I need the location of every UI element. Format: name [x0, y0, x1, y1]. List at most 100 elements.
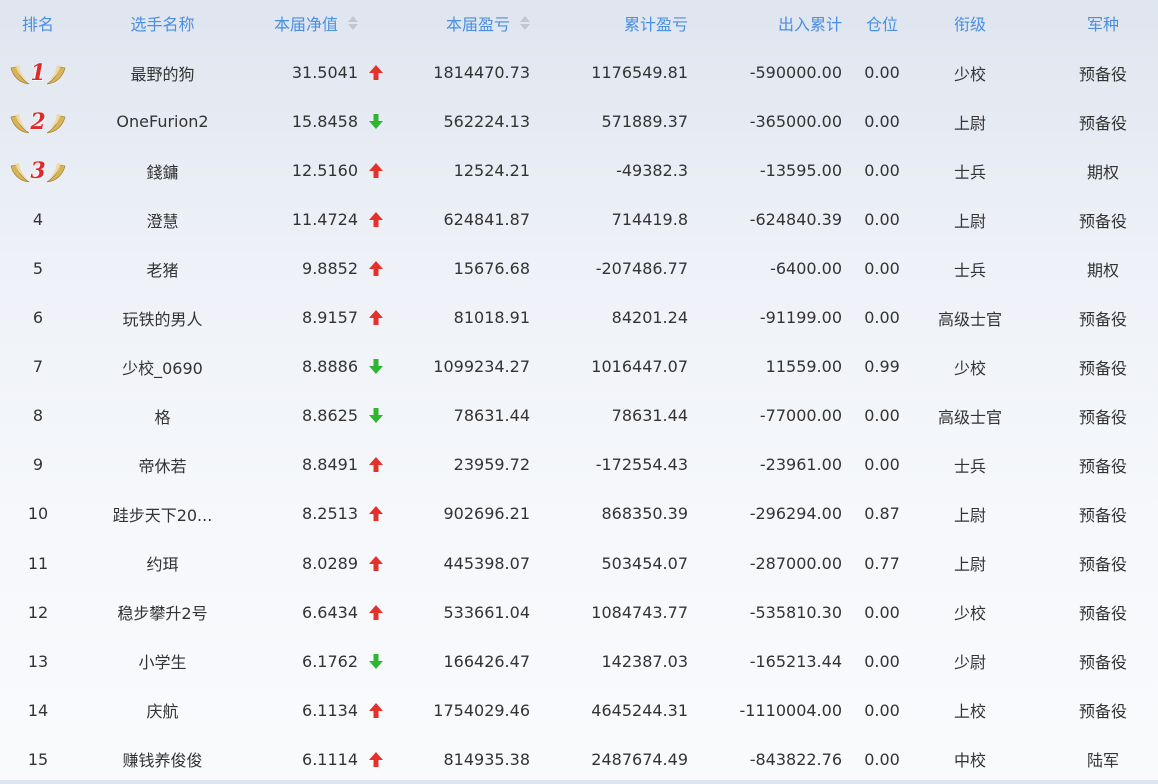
nav-value: 8.8886 — [302, 357, 358, 377]
pnl-value: 78631.44 — [453, 406, 530, 426]
pnl-value: 902696.21 — [443, 504, 530, 524]
rank-cell: 2 — [0, 97, 76, 146]
total-pnl-value: 2487674.49 — [591, 749, 688, 769]
grade-value: 士兵 — [953, 260, 986, 280]
grade-value: 上尉 — [953, 555, 986, 574]
player-name[interactable]: 老猪 — [90, 244, 235, 293]
rank-number: 1 — [30, 59, 46, 86]
rank-cell: 15 — [27, 749, 49, 769]
arrow-up-icon — [362, 539, 390, 588]
pnl-value: 533661.04 — [443, 602, 530, 622]
branch-value: 预备役 — [1078, 555, 1127, 574]
header-rank: 排名 — [21, 15, 54, 34]
total-pnl-value: 4645244.31 — [591, 700, 688, 720]
header-name: 选手名称 — [130, 15, 195, 34]
rank-number: 2 — [30, 108, 46, 135]
player-name[interactable]: 庆航 — [90, 686, 235, 735]
pnl-value: 624841.87 — [443, 210, 530, 230]
table-row[interactable]: 13 小学生 6.1762 166426.47 142387.03 -165213.44 0… — [0, 637, 1158, 686]
branch-value: 预备役 — [1078, 702, 1127, 722]
pnl-value: 1814470.73 — [433, 63, 530, 82]
nav-value: 8.2513 — [302, 504, 358, 524]
player-name[interactable]: 少校_0690 — [90, 342, 235, 391]
sort-icon[interactable] — [348, 15, 358, 31]
rank-cell: 5 — [32, 259, 44, 279]
branch-value: 预备役 — [1078, 113, 1127, 133]
nav-value: 6.1114 — [302, 749, 358, 769]
branch-value: 预备役 — [1078, 407, 1127, 427]
table-row[interactable]: 11 约珥 8.0289 445398.07 503454.07 -287000.00 0.… — [0, 539, 1158, 588]
position-value: 0.00 — [864, 259, 900, 279]
player-name[interactable]: 錢鏞 — [90, 146, 235, 195]
player-name[interactable]: 约珥 — [90, 539, 235, 588]
arrow-down-icon — [362, 97, 390, 146]
rank-cell: 6 — [32, 308, 44, 328]
nav-value: 8.8491 — [302, 455, 358, 475]
pnl-value: 814935.38 — [443, 749, 530, 769]
player-name[interactable]: 玩铁的男人 — [90, 293, 235, 342]
player-name[interactable]: 稳步攀升2号 — [90, 588, 235, 637]
pnl-value: 15676.68 — [453, 259, 530, 279]
flow-value: 11559.00 — [765, 357, 842, 377]
table-row[interactable]: 4 澄慧 11.4724 624841.87 714419.8 -624840.39 0.0… — [0, 195, 1158, 244]
table-row[interactable]: 7 少校_0690 8.8886 1099234.27 1016447.07 11559.… — [0, 342, 1158, 391]
branch-value: 预备役 — [1078, 309, 1127, 329]
table-row[interactable]: 8 格 8.8625 78631.44 78631.44 -77000.00 0.00 高级士… — [0, 391, 1158, 440]
sort-icon[interactable] — [520, 15, 530, 31]
grade-value: 士兵 — [953, 456, 986, 476]
rank-cell: 14 — [27, 700, 49, 720]
pnl-value: 562224.13 — [443, 112, 530, 132]
table-row[interactable]: 3 錢鏞 12.5160 12524.21 -49382.3 -13595.00 0.00 士… — [0, 146, 1158, 195]
total-pnl-value: 571889.37 — [601, 112, 688, 132]
header-pnl[interactable]: 本届盈亏 — [400, 0, 530, 46]
total-pnl-value: 1084743.77 — [591, 602, 688, 622]
player-name[interactable]: 赚钱养俊俊 — [90, 735, 235, 784]
player-name[interactable]: 澄慧 — [90, 195, 235, 244]
branch-value: 预备役 — [1078, 653, 1127, 673]
grade-value: 上尉 — [953, 113, 986, 133]
pnl-value: 1754029.46 — [433, 700, 530, 720]
nav-value: 6.1134 — [302, 700, 358, 720]
player-name[interactable]: 格 — [90, 391, 235, 440]
total-pnl-value: 503454.07 — [601, 553, 688, 573]
player-name[interactable]: OneFurion2 — [90, 97, 235, 146]
table-row[interactable]: 12 稳步攀升2号 6.6434 533661.04 1084743.77 -535810… — [0, 588, 1158, 637]
arrow-up-icon — [362, 588, 390, 637]
nav-value: 6.1762 — [302, 651, 358, 671]
table-row[interactable]: 5 老猪 9.8852 15676.68 -207486.77 -6400.00 0.00 士… — [0, 244, 1158, 293]
grade-value: 少校 — [953, 358, 986, 378]
table-row[interactable]: 14 庆航 6.1134 1754029.46 4645244.31 -1110004.0… — [0, 686, 1158, 735]
flow-value: -1110004.00 — [739, 700, 842, 720]
player-name[interactable]: 小学生 — [90, 637, 235, 686]
branch-value: 陆军 — [1086, 751, 1119, 771]
player-name[interactable]: 帝休若 — [90, 440, 235, 489]
arrow-up-icon — [362, 735, 390, 784]
total-pnl-value: 142387.03 — [601, 651, 688, 671]
rank-cell: 9 — [32, 455, 44, 475]
table-row[interactable]: 2 OneFurion2 15.8458 562224.13 571889.37 -365… — [0, 97, 1158, 146]
table-row[interactable]: 10 跬步天下20... 8.2513 902696.21 868350.39 -2962… — [0, 489, 1158, 538]
position-value: 0.00 — [864, 700, 900, 720]
nav-value: 8.8625 — [302, 406, 358, 426]
table-row[interactable]: 9 帝休若 8.8491 23959.72 -172554.43 -23961.00 0.0… — [0, 440, 1158, 489]
grade-value: 少尉 — [953, 653, 986, 673]
player-name[interactable]: 最野的狗 — [90, 48, 235, 97]
arrow-up-icon — [362, 686, 390, 735]
branch-value: 期权 — [1086, 162, 1119, 182]
position-value: 0.00 — [864, 112, 900, 132]
grade-value: 士兵 — [953, 162, 986, 182]
arrow-up-icon — [362, 195, 390, 244]
position-value: 0.00 — [864, 455, 900, 475]
laurel-medal-icon: 2 — [9, 107, 67, 137]
header-nav[interactable]: 本届净值 — [240, 0, 358, 46]
table-row[interactable]: 1 最野的狗 31.5041 1814470.73 1176549.81 -590000.… — [0, 48, 1158, 97]
arrow-down-icon — [362, 637, 390, 686]
position-value: 0.00 — [864, 63, 900, 82]
table-row[interactable]: 15 赚钱养俊俊 6.1114 814935.38 2487674.49 -843822.… — [0, 735, 1158, 784]
flow-value: -590000.00 — [749, 63, 842, 82]
arrow-up-icon — [362, 440, 390, 489]
grade-value: 高级士官 — [937, 309, 1002, 329]
table-row[interactable]: 6 玩铁的男人 8.9157 81018.91 84201.24 -91199.00 0.0… — [0, 293, 1158, 342]
rank-cell: 8 — [32, 406, 44, 426]
player-name[interactable]: 跬步天下20... — [90, 489, 235, 538]
